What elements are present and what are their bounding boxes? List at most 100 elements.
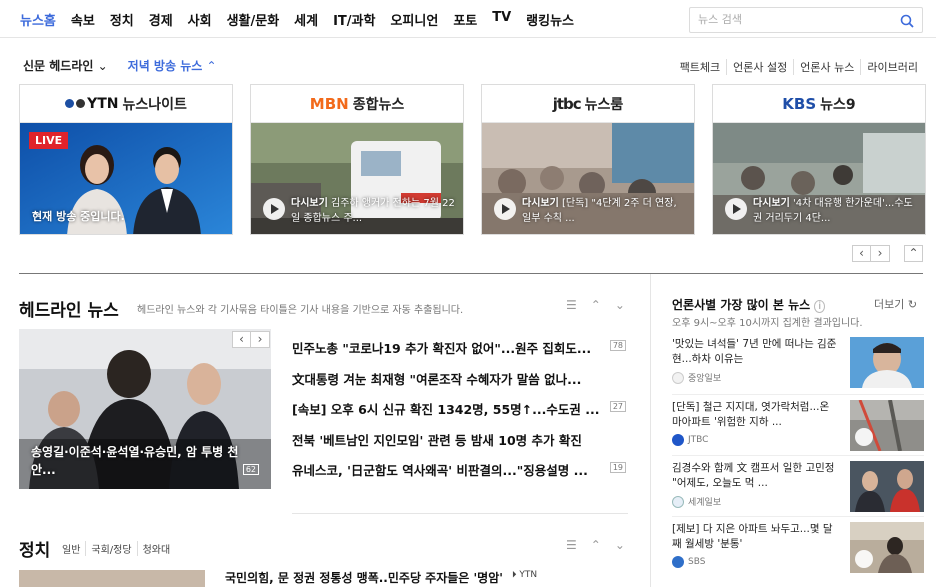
subcat-assembly[interactable]: 국회/정당 <box>85 541 136 556</box>
nav-item-culture[interactable]: 생활/문화 <box>227 10 280 29</box>
section-separator <box>292 513 628 514</box>
headline-main-photo[interactable]: 송영길·이준석·윤석열·유승민, 암 투병 천안... 62 <box>19 329 271 489</box>
replay-label: 다시보기 <box>291 198 328 209</box>
play-icon[interactable] <box>725 198 747 220</box>
broadcast-card-jtbc[interactable]: jtbc 뉴스룸 다시보기 [단독] "4단계 2주 더 연장, 일부 수칙 .… <box>481 84 695 235</box>
program-name: 종합뉴스 <box>352 96 405 113</box>
link-library[interactable]: 라이브러리 <box>860 59 924 75</box>
nav-item-society[interactable]: 사회 <box>188 10 212 29</box>
tab-label: 저녁 방송 뉴스 <box>127 59 203 73</box>
ranking-item[interactable]: 김경수와 함께 文 캠프서 일한 고민정 "어제도, 오늘도 먹 ... 세계일… <box>672 461 924 517</box>
ranking-item-source-name: JTBC <box>688 435 709 445</box>
politics-thumbnail[interactable] <box>19 570 205 587</box>
ranking-item[interactable]: '맛있는 녀석들' 7년 만에 떠나는 김준현...하차 이유는 중앙일보 <box>672 337 924 393</box>
chevron-down-icon: ⌄ <box>97 59 108 73</box>
ranking-item-title: [제보] 다 지은 아파트 놔두고...몇 달째 월세방 '분통' <box>672 523 833 550</box>
politics-headline[interactable]: 국민의힘, 문 정권 정통성 맹폭..민주당 주자들은 '명암' <box>225 569 503 586</box>
ranking-thumbnail <box>850 461 924 512</box>
nav-item-tv[interactable]: TV <box>492 10 511 29</box>
card-header: jtbc 뉴스룸 <box>482 85 694 123</box>
headline-text: [속보] 오후 6시 신규 확진 1342명, 55명↑...수도권 ... <box>292 402 600 417</box>
play-icon[interactable] <box>494 198 516 220</box>
headline-text: 유네스코, '日군함도 역사왜곡' 비판결의..."징용설명 ... <box>292 463 588 478</box>
broadcast-subtabs: 신문 헤드라인 ⌄ 저녁 방송 뉴스 ⌃ <box>23 57 217 74</box>
more-link[interactable]: 더보기 ↻ <box>874 296 917 312</box>
nav-menu: 뉴스홈 속보 정치 경제 사회 생활/문화 세계 IT/과학 오피니언 포토 T… <box>20 10 589 29</box>
nav-item-ranking[interactable]: 랭킹뉴스 <box>526 10 574 29</box>
subcat-bluehouse[interactable]: 청와대 <box>136 541 176 556</box>
broadcast-pager: ‹ › <box>852 245 890 262</box>
nav-item-news-home[interactable]: 뉴스홈 <box>20 10 56 29</box>
source-name: YTN <box>519 570 538 580</box>
nav-item-world[interactable]: 세계 <box>294 10 318 29</box>
utility-links: 팩트체크 언론사 설정 언론사 뉴스 라이브러리 <box>674 59 924 75</box>
play-icon[interactable] <box>263 198 285 220</box>
headline-section-title: 헤드라인 뉴스 <box>19 301 119 321</box>
play-icon[interactable] <box>855 550 873 568</box>
info-icon[interactable]: i <box>814 300 826 313</box>
search-input[interactable] <box>698 13 888 26</box>
ranking-title: 언론사별 가장 많이 본 뉴스 i <box>672 296 826 313</box>
menu-icon[interactable]: ☰ <box>566 298 577 312</box>
related-count-badge: 78 <box>609 340 626 351</box>
ranking-item-source: JTBC <box>672 434 708 446</box>
program-name: 뉴스나이트 <box>122 96 187 113</box>
ranking-separator <box>672 516 924 517</box>
replay-label: 다시보기 <box>753 198 790 209</box>
broadcast-card-mbn[interactable]: MBN 종합뉴스 다시보기 김주하 앵커가 전하는 7월 22일 종합뉴스 주.… <box>250 84 464 235</box>
tab-newspaper-headline[interactable]: 신문 헤드라인 ⌄ <box>23 57 108 74</box>
politics-controls: ☰ ⌃ ⌄ <box>566 538 625 552</box>
link-factcheck[interactable]: 팩트체크 <box>674 59 726 75</box>
broadcast-card-ytn[interactable]: YTN 뉴스나이트 LIVE 현재 방송 중입니다. <box>19 84 233 235</box>
headline-item[interactable]: 유네스코, '日군함도 역사왜곡' 비판결의..."징용설명 ... 19 <box>292 460 628 491</box>
nav-item-breaking[interactable]: 속보 <box>71 10 95 29</box>
ranking-item[interactable]: [단독] 철근 지지대, 엿가락처럼...온 마아파트 '위험한 지하 ... … <box>672 400 924 456</box>
chevron-up-icon[interactable]: ⌃ <box>591 538 601 552</box>
card-caption: 다시보기 [단독] "4단계 2주 더 연장, 일부 수칙 ... <box>522 196 687 226</box>
nav-item-economy[interactable]: 경제 <box>149 10 173 29</box>
program-name: 뉴스9 <box>820 96 856 113</box>
play-icon[interactable] <box>855 428 873 446</box>
ranking-separator <box>672 455 924 456</box>
nav-item-politics[interactable]: 정치 <box>110 10 134 29</box>
card-caption: 다시보기 '4차 대유행 한가운데'...수도권 거리두기 4단... <box>753 196 918 226</box>
headline-photo-caption: 송영길·이준석·윤석열·유승민, 암 투병 천안... <box>31 445 239 477</box>
politics-subcategories: 일반 국회/정당 청와대 <box>62 541 175 556</box>
search-icon[interactable] <box>900 14 914 28</box>
headline-controls: ☰ ⌃ ⌄ <box>566 298 625 312</box>
ranking-desc: 오후 9시~오후 10시까지 집계한 결과입니다. <box>672 318 863 329</box>
refresh-icon: ↻ <box>907 298 918 311</box>
related-count-badge: 19 <box>609 462 626 473</box>
subcat-general[interactable]: 일반 <box>62 541 85 556</box>
broadcast-card-kbs[interactable]: KBS 뉴스9 다시보기 '4차 대유행 한가운데'...수도권 거리두기 4단… <box>712 84 926 235</box>
menu-icon[interactable]: ☰ <box>566 538 577 552</box>
prev-arrow-icon[interactable]: ‹ <box>232 331 251 348</box>
next-arrow-icon[interactable]: › <box>251 331 270 348</box>
ranking-item[interactable]: [제보] 다 지은 아파트 놔두고...몇 달째 월세방 '분통' SBS <box>672 522 924 578</box>
nav-item-it-science[interactable]: IT/과학 <box>333 10 375 29</box>
headline-text: 文대통령 겨눈 최재형 "여론조작 수혜자가 말씀 없나... <box>292 371 582 387</box>
link-press-news[interactable]: 언론사 뉴스 <box>793 59 860 75</box>
link-press-settings[interactable]: 언론사 설정 <box>726 59 793 75</box>
chevron-down-icon[interactable]: ⌄ <box>615 298 625 312</box>
headline-item[interactable]: 文대통령 겨눈 최재형 "여론조작 수혜자가 말씀 없나... <box>292 369 628 400</box>
chevron-down-icon[interactable]: ⌄ <box>615 538 625 552</box>
ranking-thumbnail <box>850 337 924 388</box>
headline-text: 민주노총 "코로나19 추가 확진자 없어"...원주 집회도... <box>292 341 592 356</box>
tab-evening-broadcast[interactable]: 저녁 방송 뉴스 ⌃ <box>128 57 217 74</box>
chevron-up-icon[interactable]: ⌃ <box>591 298 601 312</box>
more-link-text: 더보기 <box>874 298 905 311</box>
prev-arrow-icon[interactable]: ‹ <box>852 245 871 262</box>
headline-item[interactable]: 전북 '베트남인 지인모임' 관련 등 밤새 10명 추가 확진 <box>292 430 628 461</box>
nav-item-photo[interactable]: 포토 <box>453 10 477 29</box>
press-logo-icon <box>672 371 684 384</box>
ranking-item-title: [단독] 철근 지지대, 엿가락처럼...온 마아파트 '위험한 지하 ... <box>672 401 830 428</box>
collapse-icon[interactable]: ⌃ <box>904 245 923 262</box>
nav-item-opinion[interactable]: 오피니언 <box>390 10 438 29</box>
headline-item[interactable]: 민주노총 "코로나19 추가 확진자 없어"...원주 집회도... 78 <box>292 338 628 369</box>
jtbc-logo: jtbc <box>552 94 582 113</box>
next-arrow-icon[interactable]: › <box>871 245 890 262</box>
ranking-item-source: 세계일보 <box>672 495 721 508</box>
headline-section-desc: 헤드라인 뉴스와 각 기사묶음 타이틀은 기사 내용을 기반으로 자동 추출됩니… <box>137 305 464 316</box>
headline-item[interactable]: [속보] 오후 6시 신규 확진 1342명, 55명↑...수도권 ... 27 <box>292 399 628 430</box>
